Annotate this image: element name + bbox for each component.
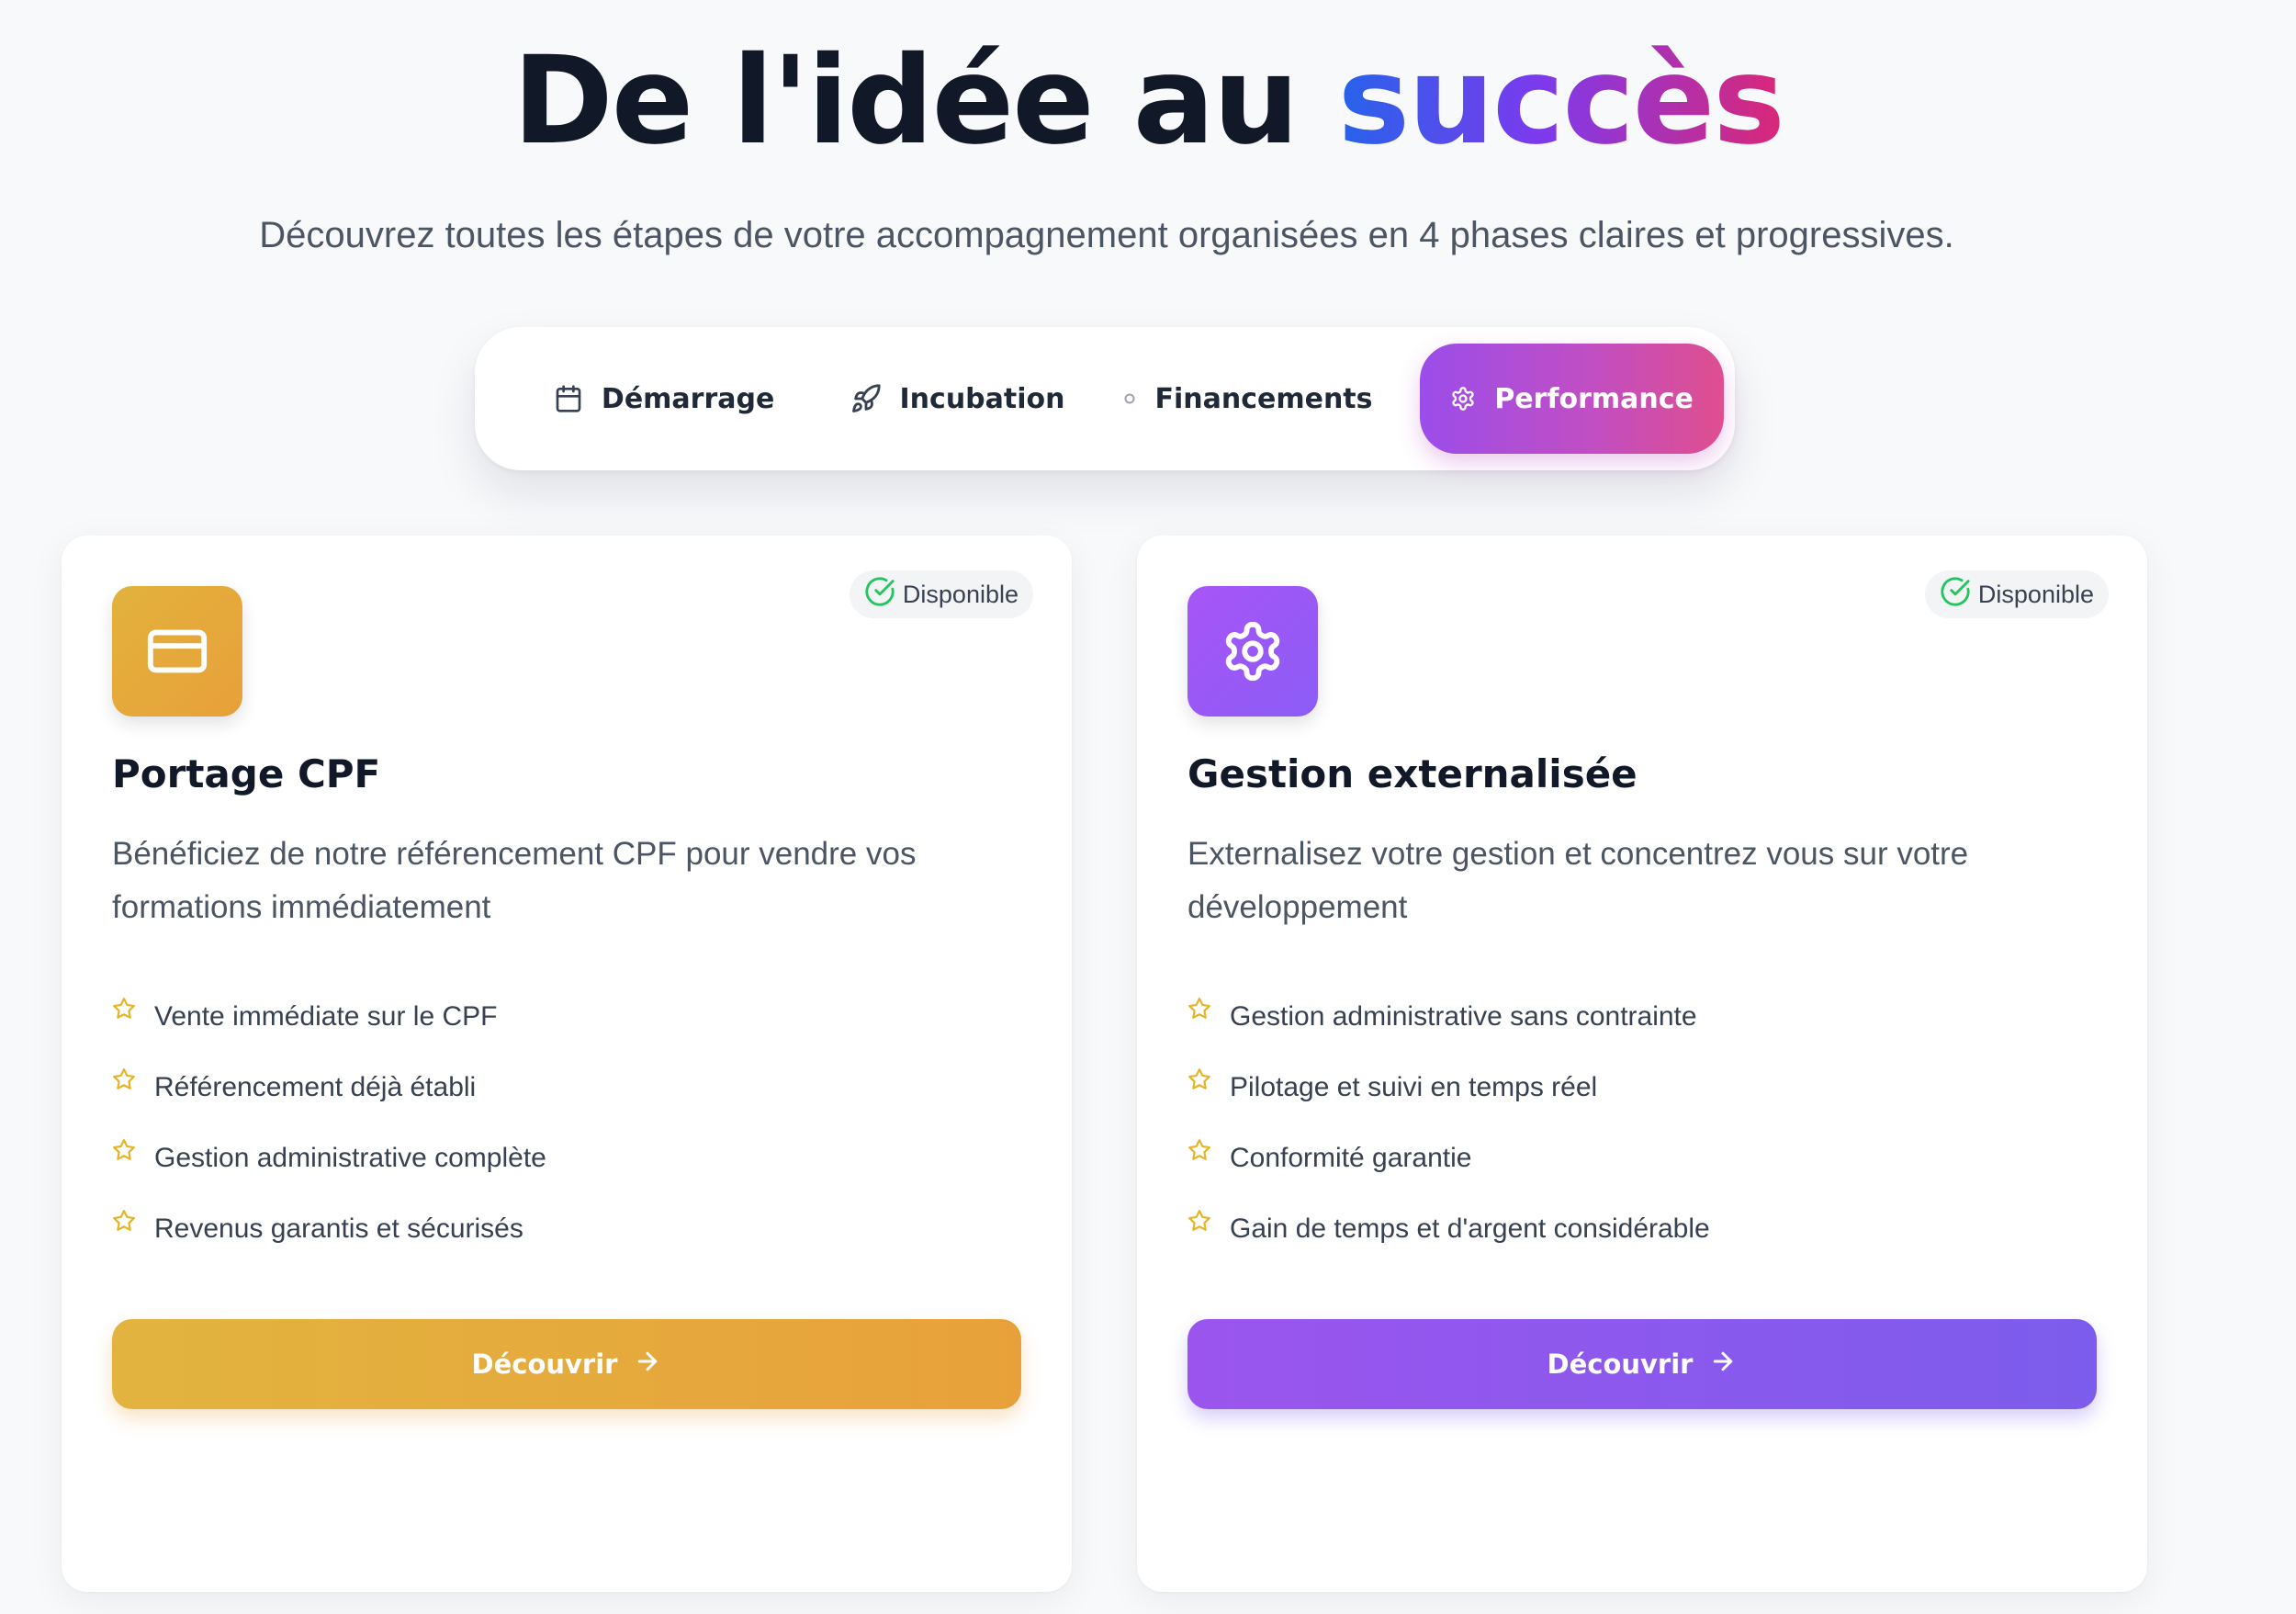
tab-incubation[interactable]: Incubation: [822, 344, 1092, 454]
tab-performance[interactable]: Performance: [1420, 344, 1724, 454]
arrow-right-icon: [1709, 1348, 1737, 1382]
tab-financements[interactable]: Financements: [1113, 344, 1383, 454]
feature-item: Revenus garantis et sécurisés: [112, 1193, 546, 1264]
star-icon: [112, 1138, 136, 1162]
tab-label: Démarrage: [601, 382, 775, 415]
star-icon: [1187, 997, 1211, 1021]
discover-button[interactable]: Découvrir: [1187, 1319, 2097, 1409]
gear-icon: [1450, 386, 1476, 412]
arrow-right-icon: [634, 1348, 661, 1382]
star-icon: [112, 1209, 136, 1233]
page-title-main: De l'idée au: [512, 30, 1338, 172]
card-description: Externalisez votre gestion et concentrez…: [1187, 836, 1969, 925]
feature-item: Gestion administrative complète: [112, 1123, 546, 1193]
discover-button[interactable]: Découvrir: [112, 1319, 1021, 1409]
feature-list: Gestion administrative sans contrainte P…: [1187, 981, 1710, 1264]
page-subtitle: Découvrez toutes les étapes de votre acc…: [259, 215, 1954, 255]
card-description: Bénéficiez de notre référencement CPF po…: [112, 836, 917, 925]
calendar-icon: [554, 383, 583, 414]
feature-text: Gestion administrative complète: [154, 1142, 546, 1173]
feature-item: Pilotage et suivi en temps réel: [1187, 1052, 1710, 1123]
star-icon: [112, 997, 136, 1021]
star-icon: [1187, 1067, 1211, 1091]
service-card-gestion-externalisee: Disponible Gestion externalisée External…: [1137, 536, 2147, 1592]
card-title: Gestion externalisée: [1187, 751, 1638, 796]
feature-text: Gain de temps et d'argent considérable: [1230, 1213, 1710, 1244]
tab-label: Incubation: [899, 382, 1065, 415]
discover-button-label: Découvrir: [471, 1349, 618, 1380]
feature-item: Vente immédiate sur le CPF: [112, 981, 546, 1052]
tab-label: Performance: [1494, 382, 1694, 415]
page-title-accent: succès: [1337, 30, 1785, 172]
status-badge: Disponible: [849, 570, 1033, 618]
feature-list: Vente immédiate sur le CPF Référencement…: [112, 981, 546, 1264]
dot-icon: [1123, 392, 1136, 405]
rocket-icon: [850, 383, 882, 414]
discover-button-label: Découvrir: [1547, 1349, 1694, 1380]
feature-text: Référencement déjà établi: [154, 1071, 477, 1102]
tab-label: Financements: [1154, 382, 1373, 415]
status-badge-label: Disponible: [902, 580, 1019, 608]
check-circle-icon: [1940, 576, 1971, 614]
feature-item: Référencement déjà établi: [112, 1052, 546, 1123]
gear-icon: [1187, 586, 1318, 717]
star-icon: [1187, 1138, 1211, 1162]
service-card-portage-cpf: Disponible Portage CPF Bénéficiez de not…: [62, 536, 1072, 1592]
tab-demarrage[interactable]: Démarrage: [524, 344, 804, 454]
star-icon: [112, 1067, 136, 1091]
feature-text: Conformité garantie: [1230, 1142, 1472, 1173]
feature-text: Pilotage et suivi en temps réel: [1230, 1071, 1598, 1102]
page-title: De l'idée au succès: [0, 28, 2296, 175]
feature-text: Revenus garantis et sécurisés: [154, 1213, 523, 1244]
feature-text: Vente immédiate sur le CPF: [154, 1000, 498, 1032]
credit-card-icon: [112, 586, 242, 717]
check-circle-icon: [864, 576, 895, 614]
feature-item: Gain de temps et d'argent considérable: [1187, 1193, 1710, 1264]
feature-item: Conformité garantie: [1187, 1123, 1710, 1193]
card-title: Portage CPF: [112, 751, 381, 796]
status-badge-label: Disponible: [1977, 580, 2094, 608]
feature-text: Gestion administrative sans contrainte: [1230, 1000, 1697, 1032]
feature-item: Gestion administrative sans contrainte: [1187, 981, 1710, 1052]
star-icon: [1187, 1209, 1211, 1233]
phase-tabs: Démarrage Incubation Financements Perfor…: [475, 327, 1735, 470]
status-badge: Disponible: [1924, 570, 2109, 618]
